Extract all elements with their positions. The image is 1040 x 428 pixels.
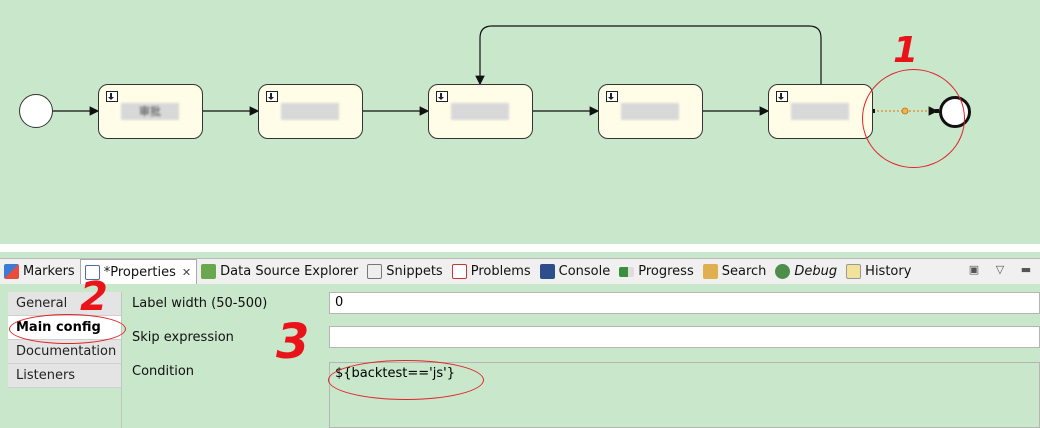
task-label [281,103,339,120]
tab-label: Problems [470,264,531,279]
label-width-input[interactable]: 0 [329,292,1040,314]
tab-label: Console [558,264,611,279]
snippets-icon [367,264,383,279]
progress-icon [619,266,635,277]
process-diagram-canvas[interactable]: 审批 1 [0,0,1040,252]
problems-icon [451,264,467,279]
skip-expression-label: Skip expression [132,330,234,345]
task-label [621,103,679,120]
console-icon [539,264,555,279]
view-menu-icon[interactable]: ▽ [992,262,1008,278]
user-task-icon [776,91,788,102]
tab-markers[interactable]: Markers [0,260,80,284]
user-task-3[interactable] [428,84,533,139]
tab-search[interactable]: Search [699,260,772,284]
annotation-number-3: 3 [276,314,310,370]
user-task-4[interactable] [598,84,703,139]
task-label [791,103,849,120]
tab-debug[interactable]: Debug [771,260,842,284]
data-source-explorer-icon [201,264,217,279]
task-label: 审批 [121,103,179,120]
annotation-ellipse-condition [328,360,484,400]
annotation-number-1: 1 [893,30,919,71]
tab-console[interactable]: Console [536,260,616,284]
skip-expression-input[interactable] [329,326,1040,348]
condition-label: Condition [132,364,195,379]
task-label [451,103,509,120]
label-width-label: Label width (50-500) [132,296,268,311]
new-view-icon[interactable]: ▣ [966,262,982,278]
user-task-2[interactable] [258,84,363,139]
search-icon [702,264,718,279]
user-task-icon [606,91,618,102]
user-task-1[interactable]: 审批 [98,84,203,139]
user-task-5[interactable] [768,84,873,139]
markers-icon [4,264,19,279]
view-toolbar: ▣ ▽ ▬ [966,262,1034,278]
annotation-circle-1 [862,69,965,168]
annotation-ellipse-main-config [9,314,126,344]
minimize-icon[interactable]: ▬ [1018,262,1034,278]
user-task-icon [266,91,278,102]
tab-problems[interactable]: Problems [448,260,536,284]
properties-panel: General Main config Documentation Listen… [0,274,1040,428]
tab-history[interactable]: History [842,260,916,284]
tab-data-source-explorer[interactable]: Data Source Explorer [197,260,363,284]
close-icon[interactable]: ✕ [182,266,191,279]
annotation-number-2: 2 [80,274,108,320]
tab-label: Data Source Explorer [220,264,359,279]
start-event[interactable] [19,94,53,128]
tab-label: Search [721,264,767,279]
tab-label: Markers [23,264,75,279]
tab-label: *Properties [103,265,176,280]
history-icon [846,264,862,279]
flow-task5-back-to-task3 [475,25,822,86]
tab-progress[interactable]: Progress [615,260,698,284]
tab-label: Snippets [386,264,443,279]
tab-snippets[interactable]: Snippets [363,260,447,284]
sidebar-item-listeners[interactable]: Listeners [8,364,121,388]
debug-icon [775,264,791,279]
canvas-divider [0,244,1040,252]
tab-label: Progress [638,264,694,279]
tab-label: Debug [794,264,838,279]
tab-label: History [865,264,912,279]
user-task-icon [436,91,448,102]
user-task-icon [106,91,118,102]
view-tab-bar: Markers *Properties ✕ Data Source Explor… [0,258,1040,285]
